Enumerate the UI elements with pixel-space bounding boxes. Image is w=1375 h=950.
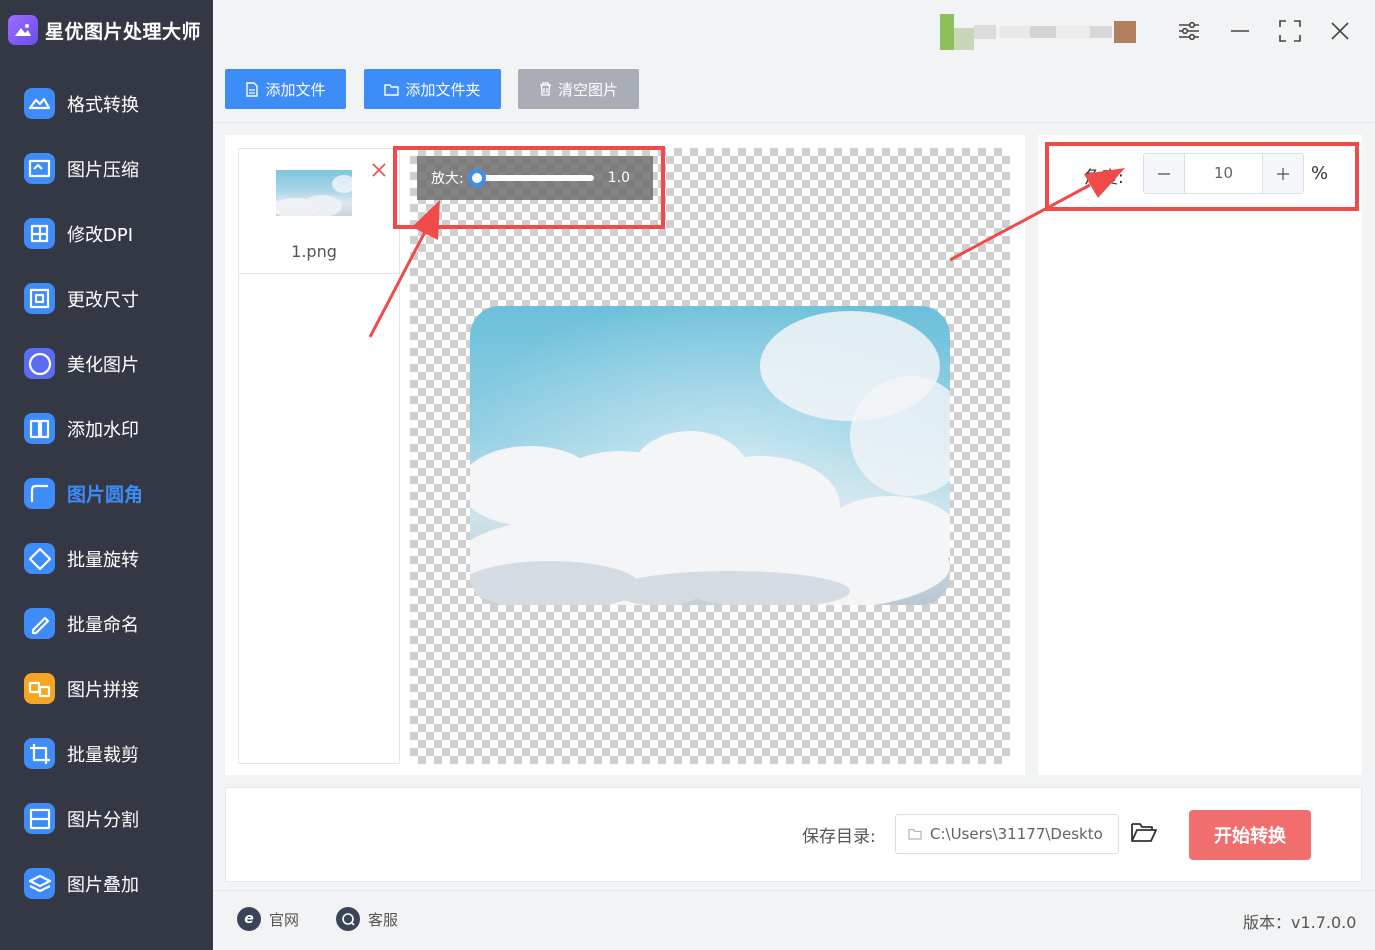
browse-folder-icon[interactable] [1130, 820, 1160, 848]
chat-icon [336, 907, 360, 931]
website-link[interactable]: e 官网 [237, 907, 299, 931]
support-link[interactable]: 客服 [336, 907, 398, 931]
save-dir-path: C:\Users\31177\Deskto [930, 825, 1103, 843]
save-dir-label: 保存目录: [802, 827, 876, 847]
footer-divider [213, 890, 1375, 891]
ie-icon: e [237, 907, 261, 931]
website-label: 官网 [269, 910, 300, 929]
save-dir-input[interactable]: C:\Users\31177\Deskto [895, 814, 1119, 854]
version-label: 版本：v1.7.0.0 [1243, 913, 1357, 932]
arrow-to-angle [949, 168, 1125, 262]
support-label: 客服 [368, 910, 399, 929]
arrow-to-zoom [368, 200, 440, 338]
start-convert-button[interactable]: 开始转换 [1189, 810, 1311, 860]
folder-icon [908, 828, 922, 840]
